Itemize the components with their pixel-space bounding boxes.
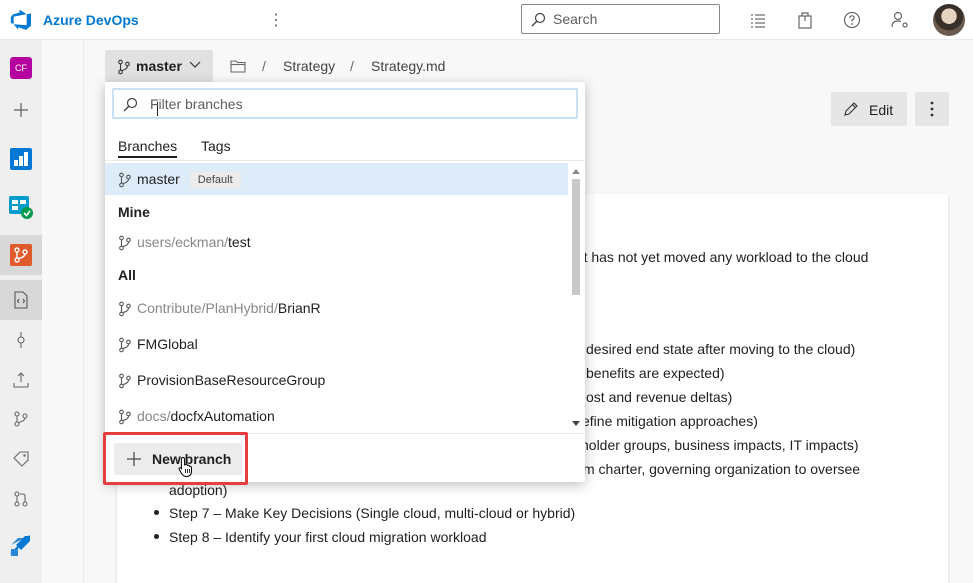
project-badge[interactable]: CF	[0, 48, 42, 88]
branch-icon	[118, 59, 130, 75]
marketplace-bag-icon[interactable]	[795, 10, 815, 30]
content-text: holder groups, business impacts, IT impa…	[581, 437, 859, 453]
branch-picker-button[interactable]: master	[105, 50, 213, 82]
brand-title[interactable]: Azure DevOps	[43, 12, 139, 28]
left-rail: CF	[0, 40, 42, 583]
branch-name: users/eckman/test	[137, 234, 251, 250]
plus-icon	[14, 103, 28, 117]
project-initials: CF	[10, 57, 32, 79]
repos-icon[interactable]	[0, 235, 42, 275]
branches-icon[interactable]	[0, 399, 42, 439]
secondary-gutter	[42, 40, 84, 583]
current-branch-label: master	[136, 58, 182, 74]
branch-icon	[119, 172, 131, 188]
tabs-divider	[105, 160, 585, 161]
content-text: benefits are expected)	[586, 365, 725, 381]
branch-name: Contribute/PlanHybrid/BrianR	[137, 300, 321, 316]
content-text: ost and revenue deltas)	[586, 389, 733, 405]
pushes-icon[interactable]	[0, 360, 42, 400]
plus-icon	[127, 452, 141, 466]
content-text: adoption)	[169, 482, 228, 498]
task-list-icon[interactable]	[748, 10, 768, 30]
code-file-icon	[14, 291, 28, 309]
more-vertical-icon	[930, 101, 934, 117]
tab-tags[interactable]: Tags	[201, 138, 231, 154]
boards-icon[interactable]	[0, 187, 42, 227]
help-icon[interactable]	[842, 10, 862, 30]
default-badge: Default	[189, 172, 241, 188]
pencil-icon	[844, 102, 858, 116]
edit-label: Edit	[869, 102, 894, 118]
azure-devops-logo-icon[interactable]	[10, 9, 32, 31]
pull-requests-icon[interactable]	[0, 479, 42, 519]
more-options-button[interactable]	[915, 92, 949, 126]
group-label-mine: Mine	[118, 204, 150, 220]
content-text: desired end state after moving to the cl…	[586, 341, 856, 357]
pipelines-icon[interactable]	[0, 524, 42, 564]
branch-name: master Default	[137, 171, 241, 188]
bullet-text: Step 8 – Identify your first cloud migra…	[169, 529, 487, 545]
tag-icon	[13, 451, 29, 467]
overview-icon[interactable]	[0, 139, 42, 179]
footer-divider	[105, 433, 585, 434]
scroll-down-arrow-icon[interactable]	[572, 421, 580, 426]
branch-row[interactable]: Contribute/PlanHybrid/BrianR	[105, 292, 568, 324]
pull-request-icon	[14, 491, 28, 507]
branch-row[interactable]: docs/docfxAutomation	[105, 400, 568, 432]
branch-row[interactable]: users/eckman/test	[105, 226, 568, 258]
repos-branch-icon	[10, 244, 32, 266]
branch-icon	[14, 411, 28, 427]
branch-row[interactable]: ProvisionBaseResourceGroup	[105, 364, 568, 396]
tab-branches[interactable]: Branches	[118, 138, 178, 158]
branch-icon	[119, 337, 131, 353]
top-bar: Azure DevOps ⋮	[0, 0, 973, 40]
bullet-text: Step 7 – Make Key Decisions (Single clou…	[169, 505, 576, 521]
folder-icon[interactable]	[230, 59, 246, 73]
branch-name: FMGlobal	[137, 336, 198, 352]
edit-button[interactable]: Edit	[831, 92, 907, 126]
branch-icon	[119, 301, 131, 317]
boards-check-icon	[9, 196, 33, 219]
branch-row[interactable]: FMGlobal	[105, 328, 568, 360]
breadcrumb-separator: /	[350, 58, 354, 74]
commits-icon[interactable]	[0, 320, 42, 360]
files-icon[interactable]	[0, 280, 42, 320]
avatar[interactable]	[933, 4, 965, 36]
push-icon	[13, 372, 29, 388]
search-icon	[123, 97, 138, 112]
more-actions-icon[interactable]: ⋮	[268, 10, 284, 30]
group-label-all: All	[118, 267, 136, 283]
search-input[interactable]	[553, 9, 713, 29]
breadcrumb-separator: /	[262, 58, 266, 74]
breadcrumb-folder[interactable]: Strategy	[283, 58, 335, 74]
branch-icon	[119, 373, 131, 389]
scrollbar-thumb[interactable]	[572, 179, 580, 295]
branch-icon	[119, 409, 131, 425]
content-text: ent has not yet moved any workload to th…	[568, 249, 869, 265]
pipelines-rocket-icon	[10, 535, 30, 556]
branch-icon	[119, 235, 131, 251]
user-settings-icon[interactable]	[890, 10, 910, 30]
branch-row-master[interactable]: master Default	[105, 163, 568, 195]
chevron-down-icon	[189, 61, 201, 68]
branch-name: ProvisionBaseResourceGroup	[137, 372, 326, 388]
tags-icon[interactable]	[0, 439, 42, 479]
content-text: efine mitigation approaches)	[582, 413, 758, 429]
bullet-marker	[154, 510, 159, 515]
filter-branches-box[interactable]	[112, 88, 578, 119]
search-icon	[531, 12, 546, 27]
content-text: m charter, governing organization to ove…	[583, 461, 861, 477]
branch-list[interactable]: master Default Mine users/eckman/test All…	[105, 163, 568, 433]
branch-dropdown: Branches Tags masterDefault Mine users/e…	[105, 82, 585, 482]
search-input-box[interactable]	[521, 4, 720, 34]
hand-pointer-cursor-icon	[178, 456, 192, 478]
commit-icon	[17, 332, 25, 348]
breadcrumb-file[interactable]: Strategy.md	[371, 58, 445, 74]
scroll-up-arrow-icon[interactable]	[572, 169, 580, 174]
add-icon[interactable]	[0, 90, 42, 130]
filter-branches-input[interactable]	[150, 95, 550, 113]
dashboard-icon	[10, 148, 32, 170]
bullet-marker	[154, 534, 159, 539]
branch-name: docs/docfxAutomation	[137, 408, 275, 424]
